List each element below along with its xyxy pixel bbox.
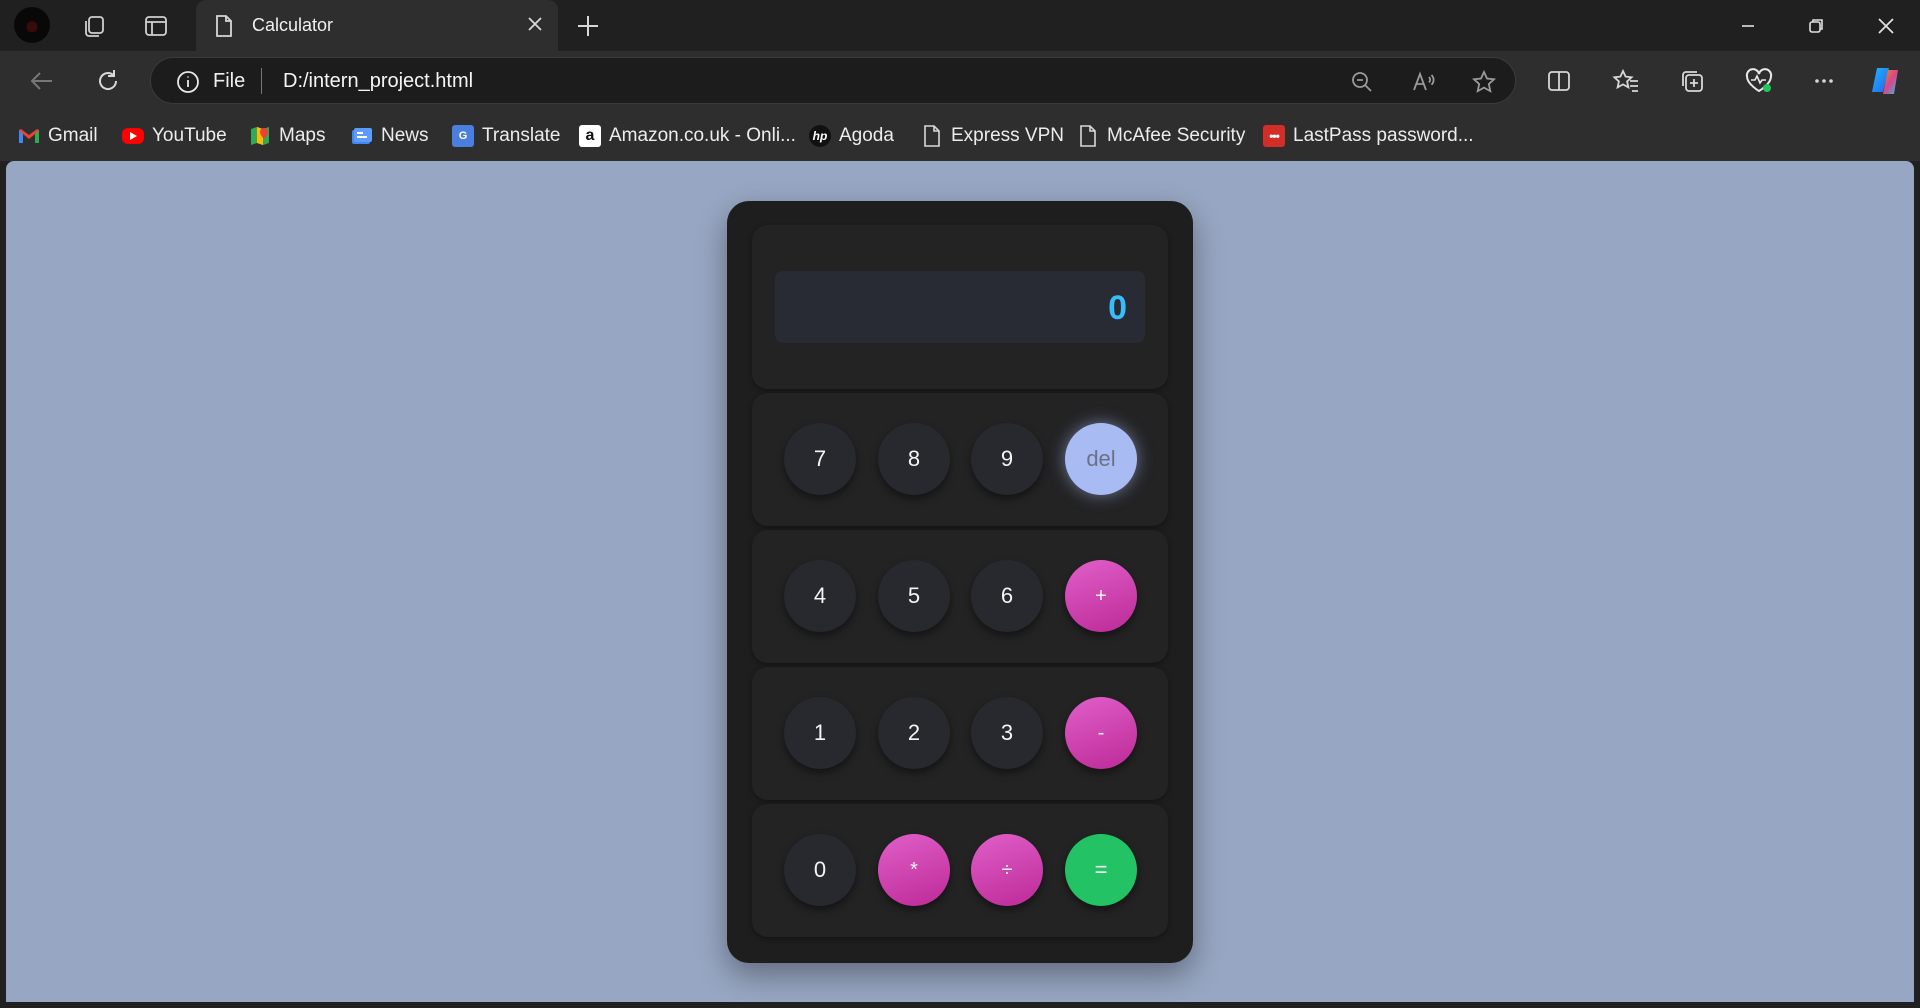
bookmark-gmail[interactable]: Gmail	[18, 123, 98, 149]
bookmark-maps[interactable]: Maps	[249, 123, 325, 149]
url-text[interactable]: D:/intern_project.html	[283, 70, 473, 93]
close-window-icon[interactable]	[1872, 12, 1900, 40]
collections-icon[interactable]	[1678, 67, 1706, 95]
bookmark-amazon[interactable]: a Amazon.co.uk - Onli...	[579, 123, 796, 149]
zoom-out-icon[interactable]	[1349, 69, 1375, 95]
site-info-icon[interactable]	[175, 69, 201, 100]
bookmarks-bar: Gmail YouTube Maps News G Translate a Am…	[0, 111, 1920, 161]
bookmark-translate[interactable]: G Translate	[452, 123, 561, 149]
button-0[interactable]: 0	[784, 834, 856, 906]
tab-title: Calculator	[252, 15, 334, 35]
button-row-2: 4 5 6 +	[752, 530, 1168, 663]
bookmark-label: News	[381, 125, 429, 146]
button-1[interactable]: 1	[784, 697, 856, 769]
url-scheme-label: File	[213, 70, 246, 92]
restore-icon[interactable]	[1802, 12, 1830, 40]
button-row-3: 1 2 3 -	[752, 667, 1168, 800]
display-value: 0	[1108, 289, 1127, 327]
gmail-icon	[18, 125, 40, 147]
bookmark-label: Maps	[279, 125, 326, 146]
display-panel: 0	[752, 225, 1168, 389]
button-5[interactable]: 5	[878, 560, 950, 632]
favorite-star-icon[interactable]	[1471, 69, 1497, 95]
bookmark-label: YouTube	[152, 125, 227, 146]
address-bar[interactable]: File D:/intern_project.html	[150, 57, 1516, 104]
button-8[interactable]: 8	[878, 423, 950, 495]
button-4[interactable]: 4	[784, 560, 856, 632]
minimize-icon[interactable]	[1734, 12, 1762, 40]
back-arrow-icon[interactable]	[28, 67, 56, 95]
bookmark-label: McAfee Security	[1107, 125, 1246, 146]
button-6[interactable]: 6	[971, 560, 1043, 632]
calculator: 0 7 8 9 del 4 5 6 + 1 2 3 - 0 * ÷ =	[727, 201, 1193, 963]
bookmark-youtube[interactable]: YouTube	[122, 123, 227, 149]
bookmark-agoda[interactable]: hp Agoda	[809, 123, 894, 149]
button-7[interactable]: 7	[784, 423, 856, 495]
browser-essentials-icon[interactable]	[1744, 67, 1773, 95]
page-viewport: 0 7 8 9 del 4 5 6 + 1 2 3 - 0 * ÷ =	[6, 161, 1914, 1002]
tab-calculator[interactable]: Calculator	[196, 0, 558, 51]
bookmark-express-vpn[interactable]: Express VPN	[921, 123, 1064, 149]
equals-button[interactable]: =	[1065, 834, 1137, 906]
add-button[interactable]: +	[1065, 560, 1137, 632]
bookmark-label: Gmail	[48, 125, 98, 146]
hp-icon: hp	[809, 125, 831, 147]
amazon-icon: a	[579, 125, 601, 147]
browser-toolbar: File D:/intern_project.html	[0, 51, 1920, 111]
button-2[interactable]: 2	[878, 697, 950, 769]
page-icon	[921, 125, 943, 147]
copilot-icon[interactable]	[1868, 64, 1904, 98]
youtube-icon	[122, 128, 144, 144]
bookmark-mcafee[interactable]: McAfee Security	[1077, 123, 1245, 149]
bookmark-label: Express VPN	[951, 125, 1064, 146]
favorites-icon[interactable]	[1612, 67, 1640, 95]
news-icon	[351, 125, 373, 147]
browser-title-bar: Calculator	[0, 0, 1920, 51]
refresh-icon[interactable]	[94, 67, 122, 95]
bookmark-lastpass[interactable]: ••• LastPass password...	[1263, 123, 1474, 149]
bookmark-label: Amazon.co.uk - Onli...	[609, 125, 796, 146]
document-icon	[214, 14, 234, 43]
button-row-4: 0 * ÷ =	[752, 804, 1168, 937]
button-9[interactable]: 9	[971, 423, 1043, 495]
bookmark-label: Translate	[482, 125, 561, 146]
calculator-display: 0	[775, 271, 1145, 343]
button-3[interactable]: 3	[971, 697, 1043, 769]
profile-avatar[interactable]	[14, 7, 50, 43]
maps-icon	[249, 125, 271, 147]
lastpass-icon: •••	[1263, 125, 1285, 147]
bookmark-news[interactable]: News	[351, 123, 429, 149]
delete-button[interactable]: del	[1065, 423, 1137, 495]
more-options-icon[interactable]	[1810, 67, 1838, 95]
multiply-button[interactable]: *	[878, 834, 950, 906]
split-screen-icon[interactable]	[1545, 67, 1573, 95]
close-tab-icon[interactable]	[526, 15, 544, 38]
read-aloud-icon[interactable]	[1411, 69, 1437, 95]
button-row-1: 7 8 9 del	[752, 393, 1168, 526]
address-separator	[261, 68, 262, 94]
translate-icon: G	[452, 125, 474, 147]
bookmark-label: Agoda	[839, 125, 894, 146]
page-icon	[1077, 125, 1099, 147]
vertical-tabs-icon[interactable]	[142, 12, 170, 40]
workspaces-icon[interactable]	[80, 12, 108, 40]
divide-button[interactable]: ÷	[971, 834, 1043, 906]
new-tab-icon[interactable]	[574, 12, 602, 45]
subtract-button[interactable]: -	[1065, 697, 1137, 769]
bookmark-label: LastPass password...	[1293, 125, 1474, 146]
